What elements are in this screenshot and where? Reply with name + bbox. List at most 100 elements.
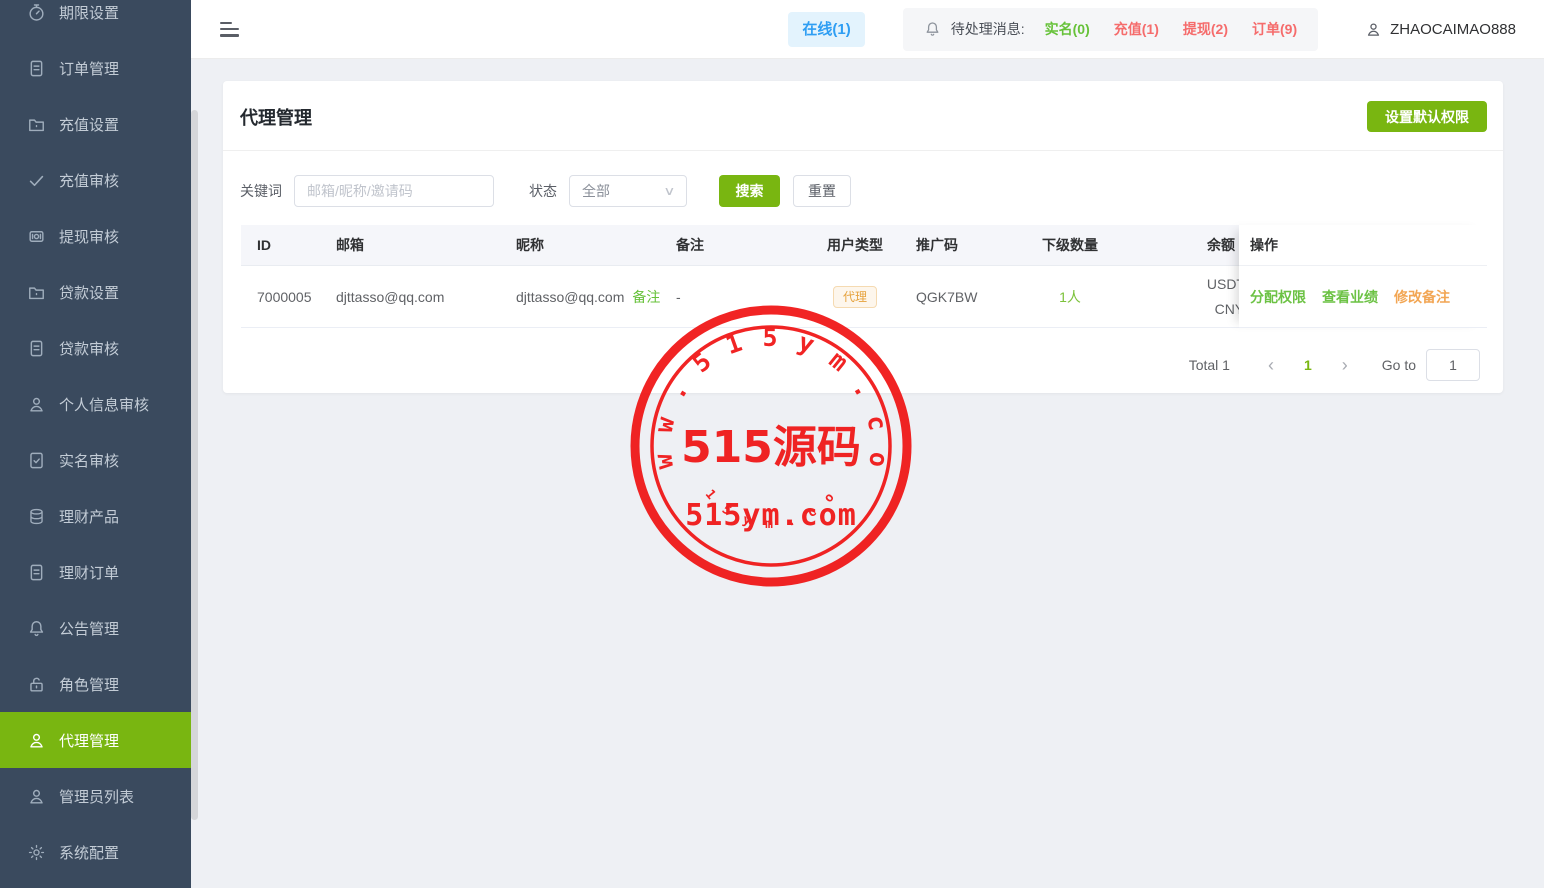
folder-icon <box>27 115 46 134</box>
gear-icon <box>27 843 46 862</box>
sidebar-item-wealth-orders[interactable]: 理财订单 <box>0 544 191 600</box>
pending-link-orders[interactable]: 订单(9) <box>1252 19 1297 39</box>
folder-icon <box>27 283 46 302</box>
sidebar-item-label: 贷款审核 <box>59 338 119 359</box>
lock-icon <box>27 675 46 694</box>
agent-management-card: 代理管理 设置默认权限 关键词 状态 全部 ∨ 搜索 重置 ID <box>223 81 1503 393</box>
pending-messages-box: 待处理消息: 实名(0) 充值(1) 提现(2) 订单(9) <box>903 8 1318 51</box>
sidebar-item-label: 代理管理 <box>59 730 119 751</box>
agents-table: ID 邮箱 昵称 备注 用户类型 推广码 下级数量 余额 7000005 djt… <box>241 225 1487 328</box>
sidebar-item-loan-review[interactable]: 贷款审核 <box>0 320 191 376</box>
cell-subordinate-count[interactable]: 1人 <box>1020 266 1120 327</box>
goto-label: Go to <box>1382 357 1416 373</box>
cell-remark: - <box>660 266 800 327</box>
col-header-nickname: 昵称 <box>500 225 660 265</box>
sidebar-item-recharge-settings[interactable]: 充值设置 <box>0 96 191 152</box>
clock-icon <box>27 3 46 22</box>
sidebar-item-recharge-review[interactable]: 充值审核 <box>0 152 191 208</box>
edit-remark-link[interactable]: 修改备注 <box>1394 287 1450 307</box>
fixed-actions-column: 操作 分配权限 查看业绩 修改备注 <box>1239 225 1487 328</box>
nickname-text: djttasso@qq.com <box>516 289 624 305</box>
col-header-remark: 备注 <box>660 225 800 265</box>
document-icon <box>27 563 46 582</box>
sidebar-item-label: 管理员列表 <box>59 786 134 807</box>
document-icon <box>27 59 46 78</box>
top-header: 在线(1) 待处理消息: 实名(0) 充值(1) 提现(2) 订单(9) ZHA… <box>191 0 1544 59</box>
row-actions: 分配权限 查看业绩 修改备注 <box>1239 266 1487 328</box>
user-menu[interactable]: ZHAOCAIMAO888 <box>1365 21 1516 38</box>
collapse-menu-icon[interactable] <box>220 22 239 37</box>
sidebar-item-agent-management[interactable]: 代理管理 <box>0 712 191 768</box>
database-icon <box>27 507 46 526</box>
content-area: 代理管理 设置默认权限 关键词 状态 全部 ∨ 搜索 重置 ID <box>191 59 1544 888</box>
sidebar-item-announcement-management[interactable]: 公告管理 <box>0 600 191 656</box>
main-area: 在线(1) 待处理消息: 实名(0) 充值(1) 提现(2) 订单(9) ZHA… <box>191 0 1544 888</box>
cell-email: djttasso@qq.com <box>320 266 500 327</box>
goto-page-input[interactable] <box>1426 349 1480 381</box>
cell-promo-code: QGK7BW <box>900 266 1020 327</box>
status-label: 状态 <box>529 181 557 201</box>
check-icon <box>27 171 46 190</box>
cell-user-type: 代理 <box>800 266 900 327</box>
sidebar-item-label: 贷款设置 <box>59 282 119 303</box>
current-page[interactable]: 1 <box>1304 357 1312 373</box>
sidebar-item-admin-list[interactable]: 管理员列表 <box>0 768 191 824</box>
col-header-email: 邮箱 <box>320 225 500 265</box>
next-page-button[interactable]: › <box>1336 356 1354 374</box>
keyword-input[interactable] <box>294 175 494 207</box>
col-header-subordinates: 下级数量 <box>1020 225 1120 265</box>
sidebar-item-label: 理财产品 <box>59 506 119 527</box>
sidebar-item-period-settings[interactable]: 期限设置 <box>0 0 191 40</box>
nickname-remark-link[interactable]: 备注 <box>632 287 660 307</box>
status-select[interactable]: 全部 ∨ <box>569 175 687 207</box>
sidebar-item-label: 个人信息审核 <box>59 394 149 415</box>
pending-link-recharge[interactable]: 充值(1) <box>1114 19 1159 39</box>
sidebar-item-personal-info-review[interactable]: 个人信息审核 <box>0 376 191 432</box>
sidebar-item-label: 系统配置 <box>59 842 119 863</box>
sidebar-item-label: 理财订单 <box>59 562 119 583</box>
sidebar-item-withdrawal-review[interactable]: 提现审核 <box>0 208 191 264</box>
wallet-icon <box>27 227 46 246</box>
sidebar-item-label: 提现审核 <box>59 226 119 247</box>
sidebar-item-label: 角色管理 <box>59 674 119 695</box>
bell-icon <box>924 20 941 38</box>
pagination: Total 1 ‹ 1 › Go to <box>223 349 1503 381</box>
sidebar-item-realname-review[interactable]: 实名审核 <box>0 432 191 488</box>
reset-button[interactable]: 重置 <box>793 175 851 207</box>
page-title: 代理管理 <box>240 104 312 130</box>
user-icon <box>27 395 46 414</box>
username: ZHAOCAIMAO888 <box>1390 21 1516 38</box>
sidebar-item-role-management[interactable]: 角色管理 <box>0 656 191 712</box>
sidebar-item-system-config[interactable]: 系统配置 <box>0 824 191 880</box>
view-performance-link[interactable]: 查看业绩 <box>1322 287 1378 307</box>
sidebar-scrollbar[interactable] <box>191 110 198 820</box>
pending-messages-label: 待处理消息: <box>951 19 1025 39</box>
assign-permission-link[interactable]: 分配权限 <box>1250 287 1306 307</box>
pagination-total: Total 1 <box>1189 357 1230 373</box>
cell-nickname: djttasso@qq.com 备注 <box>500 266 660 327</box>
agent-tag: 代理 <box>833 286 877 308</box>
sidebar-item-loan-settings[interactable]: 贷款设置 <box>0 264 191 320</box>
sidebar-item-wealth-products[interactable]: 理财产品 <box>0 488 191 544</box>
set-default-permission-button[interactable]: 设置默认权限 <box>1367 101 1487 132</box>
user-icon <box>1365 21 1382 38</box>
app-root: 期限设置 订单管理 充值设置 充值审核 提现审核 贷款设置 贷款审核 个人信息审… <box>0 0 1544 888</box>
sidebar-menu: 期限设置 订单管理 充值设置 充值审核 提现审核 贷款设置 贷款审核 个人信息审… <box>0 0 191 880</box>
cell-id: 7000005 <box>241 266 320 327</box>
sidebar-item-label: 实名审核 <box>59 450 119 471</box>
online-badge[interactable]: 在线(1) <box>788 12 864 47</box>
document-icon <box>27 339 46 358</box>
user-icon <box>27 731 46 750</box>
prev-page-button[interactable]: ‹ <box>1262 356 1280 374</box>
sidebar-item-label: 充值设置 <box>59 114 119 135</box>
filter-bar: 关键词 状态 全部 ∨ 搜索 重置 <box>223 151 1503 207</box>
pending-link-withdrawal[interactable]: 提现(2) <box>1183 19 1228 39</box>
search-button[interactable]: 搜索 <box>719 175 780 207</box>
pending-link-realname[interactable]: 实名(0) <box>1045 19 1090 39</box>
col-header-user-type: 用户类型 <box>800 225 900 265</box>
keyword-label: 关键词 <box>240 181 282 201</box>
sidebar-item-order-management[interactable]: 订单管理 <box>0 40 191 96</box>
document-check-icon <box>27 451 46 470</box>
col-header-promo-code: 推广码 <box>900 225 1020 265</box>
sidebar-item-label: 充值审核 <box>59 170 119 191</box>
